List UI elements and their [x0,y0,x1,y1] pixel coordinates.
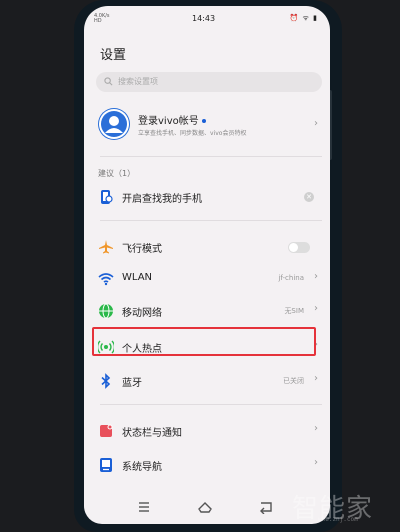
find-phone-icon [101,190,113,204]
divider [100,220,322,221]
notification-icon [100,424,113,437]
home-icon[interactable] [197,500,213,514]
network-speed: 4.0K/s HD [94,14,110,24]
menu-icon[interactable] [136,500,152,514]
phone-screen: 4.0K/s HD 14:43 ⏰ ᯤ ▮ 设置 搜索设置项 登录vivo帐号 … [84,6,330,524]
wlan-value: jf-china [278,274,304,282]
settings-item-label: 蓝牙 [122,378,142,389]
settings-item-label: 系统导航 [122,462,162,473]
settings-item-system-navigation[interactable]: 系统导航 › [94,452,322,478]
chevron-right-icon: › [314,271,318,282]
status-icons: ⏰ ᯤ ▮ [289,14,318,22]
settings-item-airplane-mode[interactable]: 飞行模式 [94,234,322,260]
suggestion-label: 开启查找我的手机 [122,194,202,205]
chevron-right-icon: › [314,118,318,129]
status-bar: 4.0K/s HD 14:43 ⏰ ᯤ ▮ [84,6,330,28]
mobile-network-value: 无SIM [284,307,304,315]
settings-item-wlan[interactable]: WLAN jf-china › [94,266,322,292]
suggestions-label: 建议（1） [98,169,136,178]
account-login-item[interactable]: 登录vivo帐号 立享查找手机、同步数据、vivo会员特权 › [96,106,322,146]
navigation-icon [100,458,112,472]
globe-icon [99,303,113,319]
avatar [98,108,130,140]
close-icon[interactable]: ✕ [304,192,314,202]
hd-indicator: HD [94,18,102,24]
airplane-mode-toggle[interactable] [288,242,310,253]
bluetooth-icon [101,373,111,389]
wifi-icon [98,273,114,286]
chevron-right-icon: › [314,457,318,468]
search-input[interactable]: 搜索设置项 [96,72,322,92]
settings-item-bluetooth[interactable]: 蓝牙 已关闭 › [94,368,322,394]
account-subtitle: 立享查找手机、同步数据、vivo会员特权 [138,130,247,137]
settings-item-label: 状态栏与通知 [122,428,182,439]
account-title-text: 登录vivo帐号 [138,116,199,127]
back-icon[interactable] [258,500,274,514]
settings-item-label: 飞行模式 [122,244,162,255]
divider [100,404,322,405]
airplane-icon [99,240,113,254]
chevron-right-icon: › [314,373,318,384]
settings-item-status-bar[interactable]: 状态栏与通知 › [94,418,322,444]
search-icon [104,77,113,86]
chevron-right-icon: › [314,303,318,314]
chevron-right-icon: › [314,423,318,434]
settings-item-label: 移动网络 [122,308,162,319]
unread-dot [201,119,206,123]
account-title: 登录vivo帐号 [138,112,206,127]
hotspot-highlight-box [92,327,316,356]
user-icon [99,109,129,139]
search-placeholder: 搜索设置项 [118,77,158,86]
divider [100,156,322,157]
page-title: 设置 [100,48,127,63]
watermark-url: www.znj.com [318,516,358,523]
suggestion-find-phone[interactable]: 开启查找我的手机 ✕ [94,184,322,210]
settings-item-label: WLAN [122,272,153,283]
bluetooth-value: 已关闭 [283,377,304,385]
status-time: 14:43 [192,14,216,23]
settings-item-mobile-network[interactable]: 移动网络 无SIM › [94,298,322,324]
